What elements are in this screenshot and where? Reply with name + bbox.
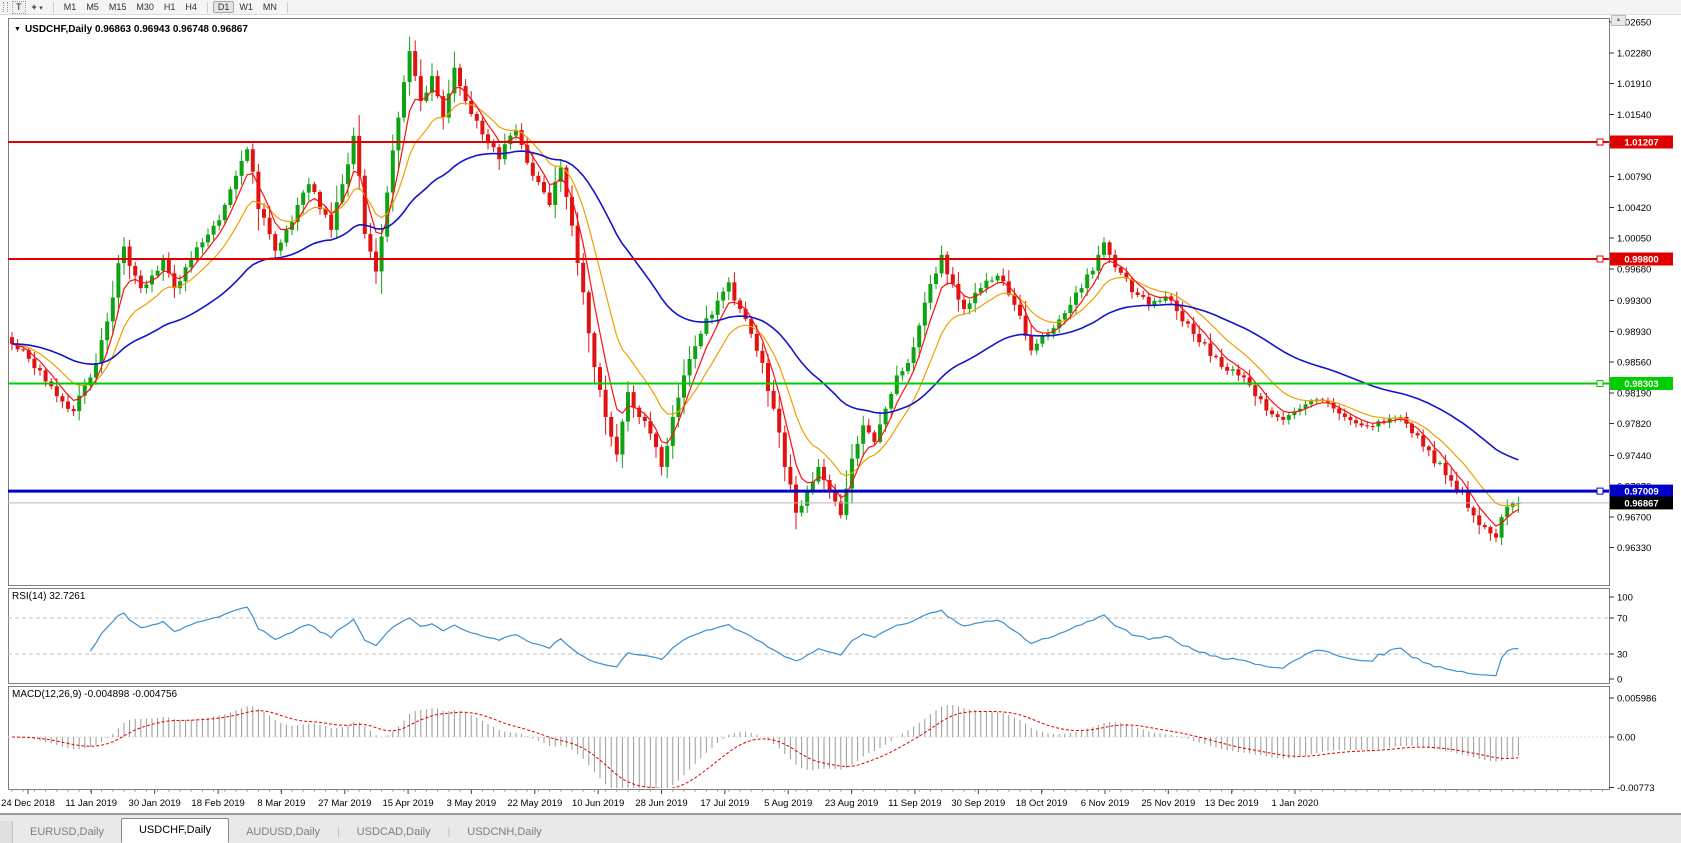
price-tick: 0.99680: [1617, 265, 1651, 276]
date-tick: 10 Jun 2019: [572, 798, 624, 809]
macd-tick: 0.00: [1617, 733, 1636, 744]
rsi-tick: 0: [1617, 675, 1622, 686]
toolbar-separator: [52, 1, 54, 13]
price-tick: 0.97820: [1617, 419, 1651, 430]
timeframe-button-h4[interactable]: H4: [180, 1, 202, 13]
chart-canvas[interactable]: 1.026501.022801.019101.015401.011701.007…: [0, 0, 1681, 842]
date-tick: 27 Mar 2019: [318, 798, 371, 809]
date-tick: 30 Jan 2019: [129, 798, 181, 809]
price-tick: 0.98560: [1617, 358, 1651, 369]
price-tag-0.98303: 0.98303: [1610, 377, 1673, 390]
price-tag-0.99800: 0.99800: [1610, 252, 1673, 266]
date-tick: 8 Mar 2019: [257, 798, 305, 809]
rsi-indicator-label: RSI(14) 32.7261: [12, 591, 86, 602]
date-tick: 5 Aug 2019: [764, 798, 812, 809]
date-tick: 11 Jan 2019: [66, 798, 118, 809]
svg-text:0.99800: 0.99800: [1624, 255, 1658, 266]
tab-usdchf-daily[interactable]: USDCHF,Daily: [120, 818, 230, 843]
date-tick: 22 May 2019: [507, 798, 562, 809]
price-tick: 1.00790: [1617, 172, 1651, 183]
level-handle[interactable]: [1596, 380, 1604, 387]
date-tick: 25 Nov 2019: [1141, 798, 1195, 809]
timeframe-button-d1[interactable]: D1: [212, 1, 235, 13]
chart-tab-bar: EURUSD,Daily USDCHF,Daily AUDUSD,Daily | USD…: [0, 814, 1681, 843]
toolbar-separator: [206, 1, 208, 13]
level-handle[interactable]: [1596, 255, 1604, 263]
date-tick: 30 Sep 2019: [951, 798, 1005, 809]
text-tool-button[interactable]: T: [12, 0, 26, 14]
price-tag-0.97009: 0.97009: [1610, 484, 1673, 498]
price-tick: 0.98930: [1617, 327, 1651, 338]
price-tick: 0.96700: [1617, 512, 1651, 523]
toolbar-separator: [286, 1, 288, 13]
date-tick: 24 Dec 2018: [1, 798, 55, 809]
svg-text:0.98303: 0.98303: [1624, 379, 1658, 390]
price-tick: 1.01910: [1617, 79, 1651, 90]
rsi-tick: 70: [1617, 614, 1628, 625]
chart-title-ohlc: 0.96863 0.96943 0.96748 0.96867: [94, 24, 248, 35]
date-tick: 11 Sep 2019: [888, 798, 941, 809]
date-tick: 15 Apr 2019: [382, 798, 433, 809]
price-tick: 1.01540: [1617, 110, 1651, 121]
timeframe-button-m30[interactable]: M30: [131, 1, 159, 13]
rsi-tick: 100: [1617, 593, 1633, 604]
timeframe-button-m5[interactable]: M5: [81, 1, 104, 13]
chart-title: ▼ USDCHF,Daily 0.96863 0.96943 0.96748 0.…: [14, 24, 248, 35]
price-tick: 1.00420: [1617, 203, 1651, 214]
tab-eurusd-daily[interactable]: EURUSD,Daily: [13, 822, 121, 843]
macd-indicator-label: MACD(12,26,9) -0.004898 -0.004756: [12, 689, 178, 700]
toolbar: T + ▾ M1 M5 M15 M30 H1 H4 D1 W1 MN: [0, 0, 1681, 15]
chart-window: 1.026501.022801.019101.015401.011701.007…: [0, 0, 1681, 843]
scroll-up-button[interactable]: ▲: [1611, 15, 1626, 26]
rsi-tick: 30: [1617, 650, 1628, 661]
svg-text:0.97009: 0.97009: [1624, 487, 1658, 498]
timeframe-group: M1 M5 M15 M30 H1 H4: [59, 1, 202, 13]
dropdown-arrow-icon: ▾: [39, 4, 43, 12]
date-tick: 13 Dec 2019: [1205, 798, 1259, 809]
toolbar-grip[interactable]: [3, 2, 8, 12]
timeframe-button-mn[interactable]: MN: [258, 1, 282, 13]
price-tick: 0.98190: [1617, 388, 1651, 399]
price-tag-1.01207: 1.01207: [1610, 135, 1673, 149]
date-tick: 6 Nov 2019: [1081, 798, 1130, 809]
date-tick: 18 Feb 2019: [191, 798, 244, 809]
tab-strip-spacer: [0, 821, 13, 843]
crosshair-tool-button[interactable]: + ▾: [29, 2, 46, 13]
date-tick: 23 Aug 2019: [825, 798, 878, 809]
level-handle[interactable]: [1596, 487, 1604, 495]
price-tick: 1.00050: [1617, 234, 1651, 245]
price-tick: 0.96330: [1617, 543, 1651, 554]
chart-title-symbol: USDCHF,Daily: [24, 24, 93, 35]
tab-usdcad-daily[interactable]: USDCAD,Daily: [340, 822, 448, 843]
collapse-icon[interactable]: ▼: [14, 26, 21, 33]
timeframe-button-h1[interactable]: H1: [159, 1, 181, 13]
svg-text:1.01207: 1.01207: [1624, 138, 1658, 149]
svg-text:0.96867: 0.96867: [1624, 498, 1658, 509]
date-tick: 3 May 2019: [447, 798, 497, 809]
date-tick: 1 Jan 2020: [1271, 798, 1318, 809]
price-tag-0.96867: 0.96867: [1610, 496, 1673, 510]
date-tick: 17 Jul 2019: [700, 798, 749, 809]
tab-audusd-daily[interactable]: AUDUSD,Daily: [229, 822, 337, 843]
timeframe-button-m15[interactable]: M15: [104, 1, 132, 13]
macd-tick: 0.005986: [1617, 694, 1657, 705]
timeframe-button-m1[interactable]: M1: [59, 1, 82, 13]
level-handle[interactable]: [1596, 138, 1604, 146]
crosshair-icon: +: [31, 1, 37, 12]
timeframe-group: D1 W1 MN: [212, 1, 282, 13]
price-tick: 0.99300: [1617, 296, 1651, 307]
date-tick: 28 Jun 2019: [635, 798, 687, 809]
macd-tick: -0.00773: [1617, 783, 1655, 794]
tab-usdcnh-daily[interactable]: USDCNH,Daily: [450, 822, 559, 843]
date-tick: 18 Oct 2019: [1016, 798, 1068, 809]
price-tick: 0.97440: [1617, 451, 1651, 462]
timeframe-button-w1[interactable]: W1: [234, 1, 258, 13]
price-tick: 1.02280: [1617, 48, 1651, 59]
